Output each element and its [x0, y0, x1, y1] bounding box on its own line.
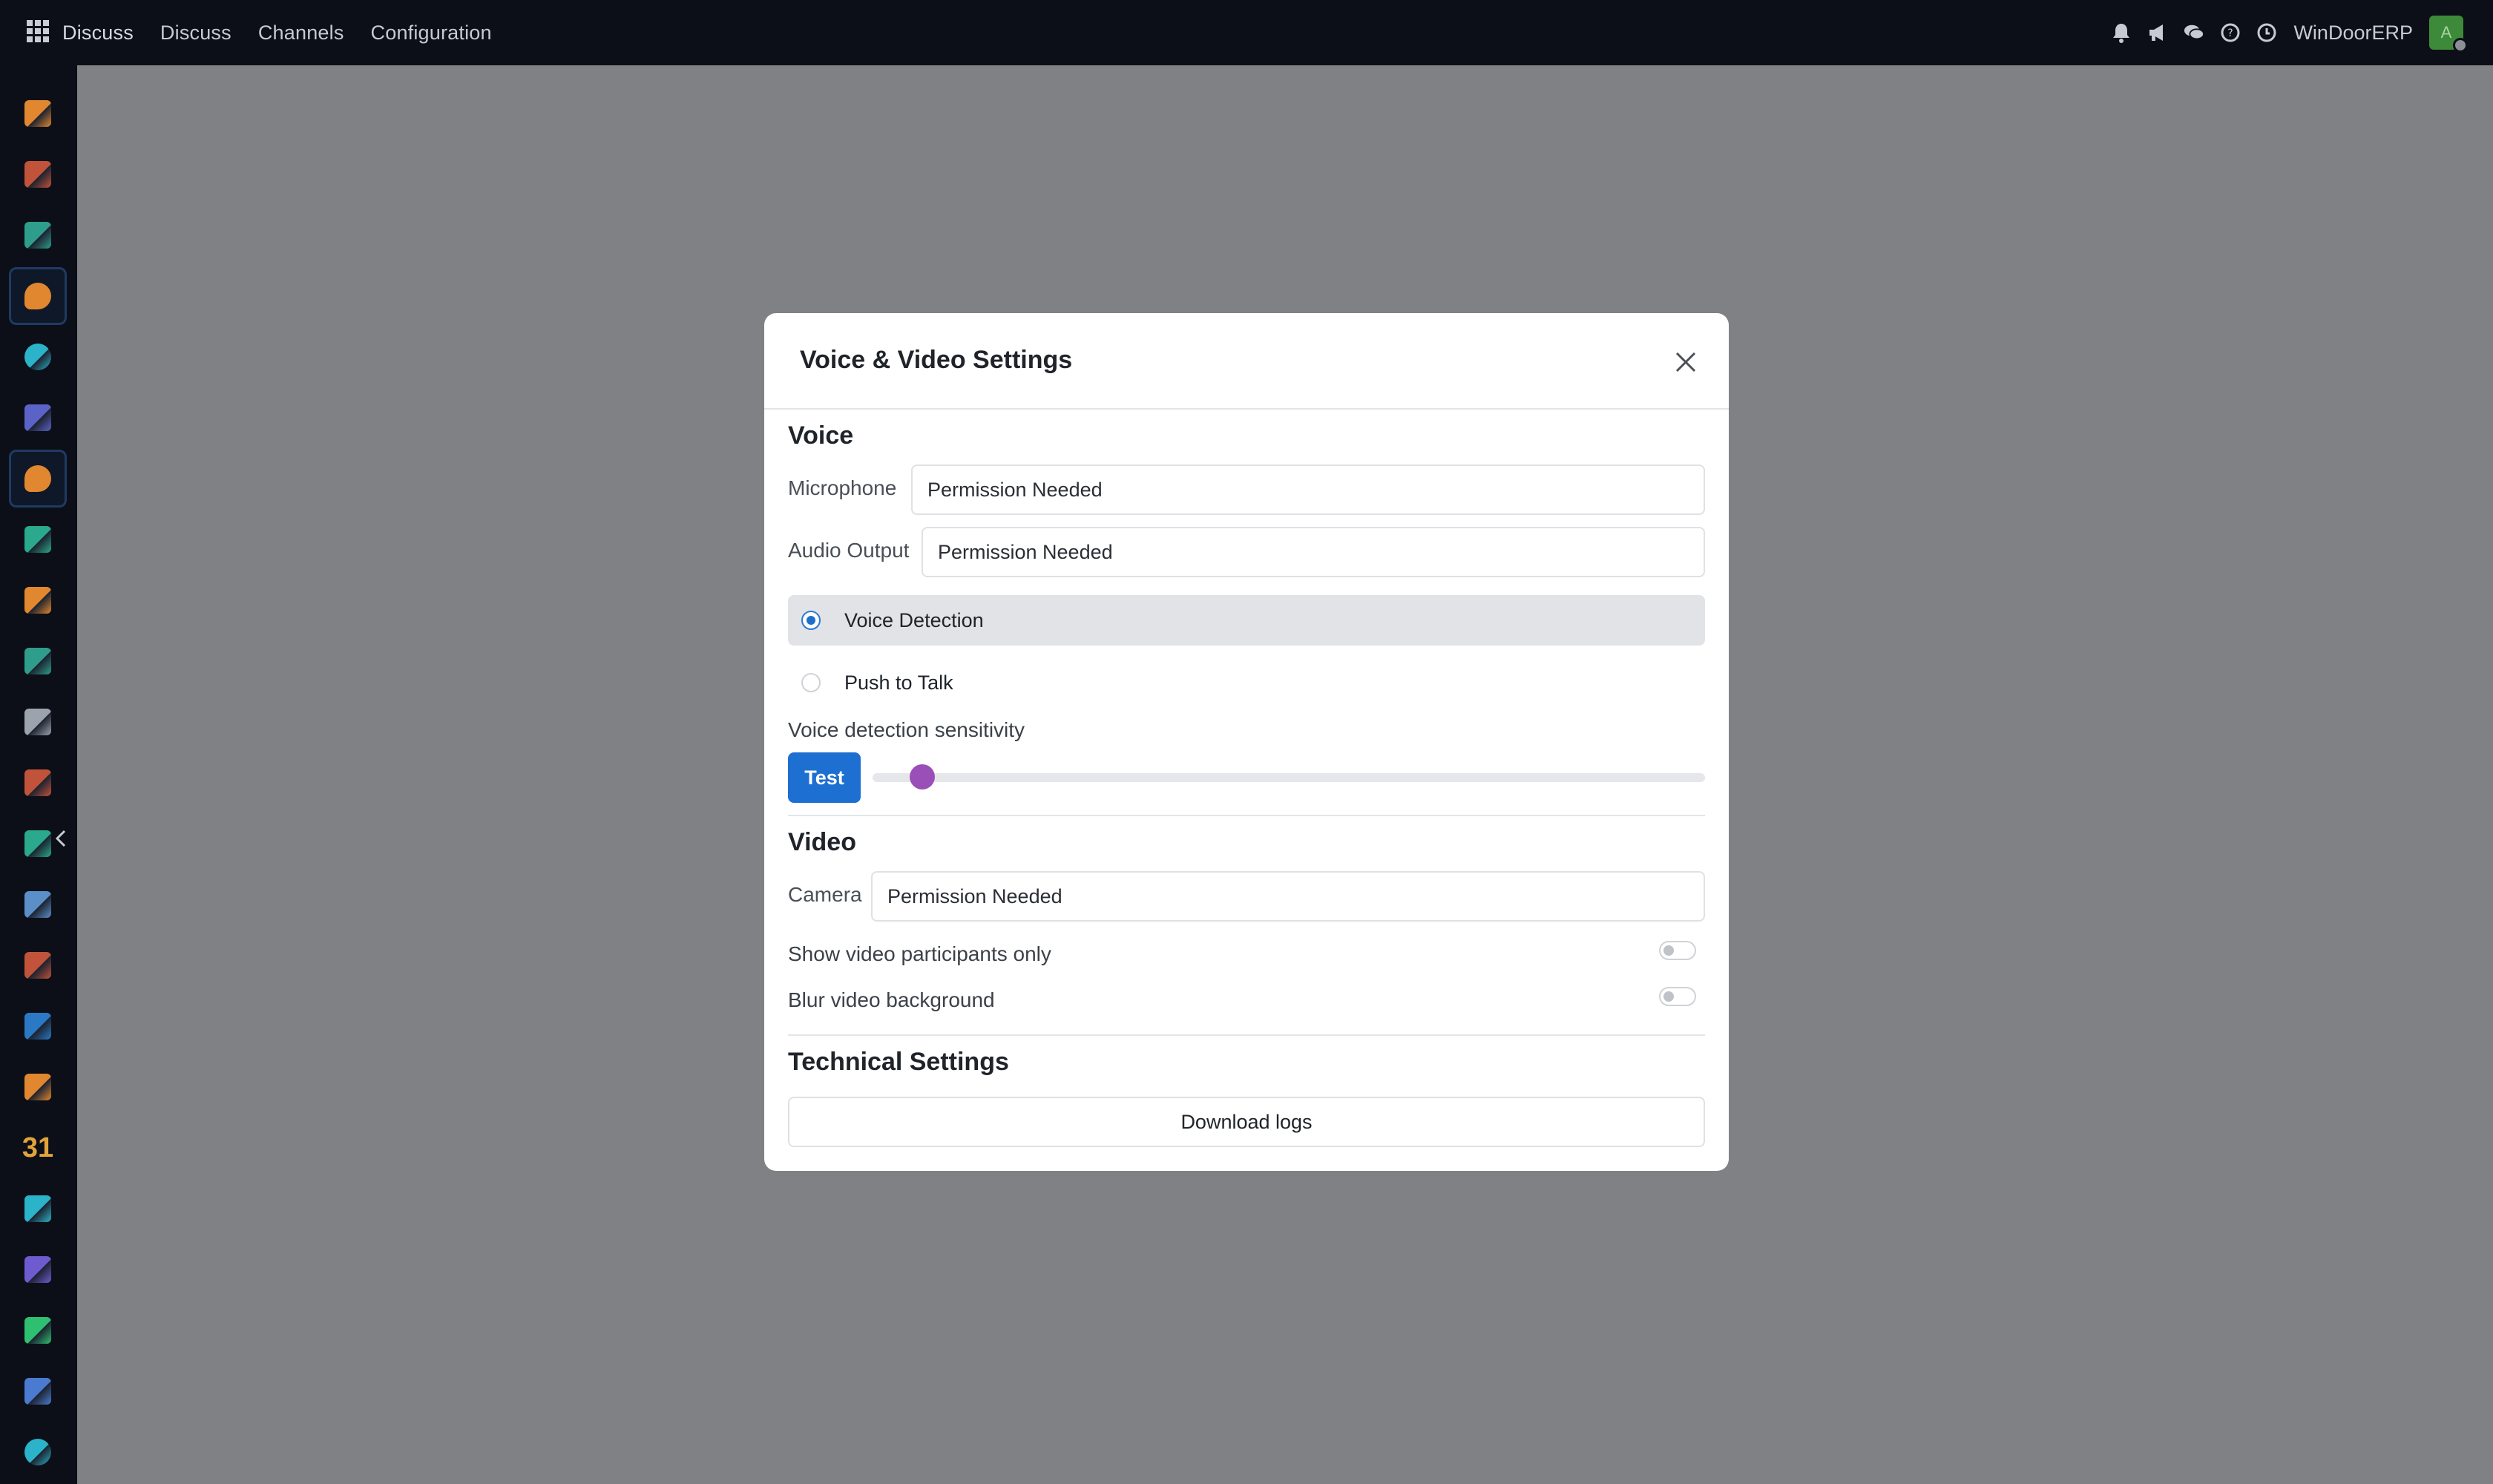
blur-background-toggle[interactable] [1659, 987, 1696, 1006]
people-app-icon [24, 1074, 51, 1100]
sidebar-app-3[interactable] [9, 206, 67, 264]
sidebar-app-6[interactable] [9, 389, 67, 447]
technical-section-title: Technical Settings [788, 1048, 1009, 1076]
sidebar-app-12[interactable] [9, 754, 67, 812]
show-participants-toggle[interactable] [1659, 941, 1696, 960]
top-navbar: Discuss Discuss Channels Configuration ?… [0, 0, 2493, 65]
sidebar-app-9[interactable] [9, 571, 67, 629]
dialog-header: Voice & Video Settings [764, 313, 1729, 410]
sidebar-app-10[interactable] [9, 632, 67, 690]
show-participants-label: Show video participants only [788, 942, 1051, 965]
sidebar-app-23[interactable] [9, 1423, 67, 1481]
contacts-app-icon-2 [24, 648, 51, 674]
company-name[interactable]: WinDoorERP [2293, 22, 2413, 45]
microphone-select[interactable]: Permission Needed [911, 464, 1705, 515]
avatar-initial: A [2440, 23, 2452, 42]
top-menu: Discuss Discuss Channels Configuration [62, 0, 492, 65]
push-to-talk-option[interactable]: Push to Talk [788, 657, 1705, 708]
contacts-app-icon [24, 222, 51, 249]
user-avatar[interactable]: A [2429, 16, 2468, 53]
sidebar-app-22[interactable] [9, 1362, 67, 1420]
blur-background-label: Blur video background [788, 988, 995, 1011]
close-icon[interactable] [1671, 347, 1701, 377]
app-grid-icon[interactable] [27, 20, 49, 42]
sidebar-app-2[interactable] [9, 145, 67, 203]
voice-detection-option[interactable]: Voice Detection [788, 595, 1705, 646]
sidebar-app-1[interactable] [9, 85, 67, 142]
help-icon[interactable]: ? [2220, 22, 2241, 43]
menu-discuss[interactable]: Discuss [160, 22, 231, 45]
chat-icon[interactable] [2184, 22, 2205, 43]
sphere-app-icon [24, 344, 51, 370]
download-logs-button[interactable]: Download logs [788, 1097, 1705, 1147]
sidebar-app-18[interactable]: 31 [9, 1119, 67, 1177]
audio-output-label: Audio Output [788, 539, 910, 562]
package-app-icon [24, 952, 51, 979]
sensitivity-slider[interactable] [873, 773, 1705, 782]
camera-label: Camera [788, 883, 862, 906]
menu-channels[interactable]: Channels [258, 22, 344, 45]
book-app-icon [24, 891, 51, 918]
audio-output-select[interactable]: Permission Needed [922, 527, 1705, 577]
sidebar-app-14[interactable] [9, 876, 67, 933]
svg-text:?: ? [2228, 27, 2233, 39]
chart-app-icon [24, 100, 51, 127]
sensitivity-slider-thumb[interactable] [910, 764, 936, 789]
voice-section-title: Voice [788, 421, 854, 450]
menu-configuration[interactable]: Configuration [371, 22, 492, 45]
camera-value: Permission Needed [887, 884, 1062, 907]
megaphone-icon[interactable] [2147, 22, 2168, 43]
push-to-talk-label: Push to Talk [844, 671, 953, 694]
voice-detection-radio[interactable] [801, 611, 821, 630]
clock-icon[interactable] [2256, 22, 2277, 43]
sidebar-app-7[interactable] [9, 450, 67, 508]
whatsapp-app-icon [24, 1317, 51, 1344]
audio-output-value: Permission Needed [938, 540, 1113, 563]
clock-app-icon [24, 1378, 51, 1405]
sphere-app-icon-2 [24, 1439, 51, 1465]
box-app-icon [24, 709, 51, 735]
puzzle-app-icon [24, 161, 51, 188]
dialog-title: Voice & Video Settings [800, 346, 1073, 374]
calendar-app-icon: 31 [22, 1132, 54, 1163]
sidebar-app-17[interactable] [9, 1058, 67, 1116]
sidebar-app-21[interactable] [9, 1301, 67, 1359]
sidebar-app-8[interactable] [9, 510, 67, 568]
sign-app-icon [24, 1195, 51, 1222]
discuss-app-icon [24, 283, 51, 309]
section-divider-2 [788, 1034, 1705, 1036]
microphone-label: Microphone [788, 476, 897, 499]
sidebar-app-4[interactable] [9, 267, 67, 325]
puzzle-app-icon-2 [24, 769, 51, 796]
sidebar-app-19[interactable] [9, 1180, 67, 1238]
microphone-value: Permission Needed [927, 478, 1103, 501]
voice-detection-label: Voice Detection [844, 608, 984, 631]
section-divider [788, 815, 1705, 816]
systray: ? WinDoorERP A [2095, 0, 2493, 65]
document-app-icon [24, 1013, 51, 1040]
app-brand-discuss[interactable]: Discuss [62, 22, 134, 45]
sidebar-app-5[interactable] [9, 328, 67, 386]
test-button[interactable]: Test [788, 752, 861, 803]
dashboard-app-icon [24, 1256, 51, 1283]
app-sidebar: 31 [0, 65, 77, 1484]
sidebar-app-20[interactable] [9, 1241, 67, 1298]
discuss-app-icon-2 [24, 465, 51, 492]
sidebar-app-15[interactable] [9, 936, 67, 994]
mail-app-icon [24, 404, 51, 431]
check-app-icon [24, 526, 51, 553]
video-section-title: Video [788, 828, 856, 856]
sidebar-app-11[interactable] [9, 693, 67, 751]
voice-video-settings-dialog: Voice & Video Settings Voice Microphone … [764, 313, 1729, 1171]
chart-app-icon-2 [24, 587, 51, 614]
sidebar-app-16[interactable] [9, 997, 67, 1055]
camera-select[interactable]: Permission Needed [871, 871, 1705, 922]
presence-status-dot [2453, 38, 2468, 53]
sensitivity-label: Voice detection sensitivity [788, 718, 1025, 741]
collapse-sidebar-icon[interactable] [46, 824, 76, 853]
push-to-talk-radio[interactable] [801, 673, 821, 692]
bell-icon[interactable] [2111, 22, 2132, 43]
